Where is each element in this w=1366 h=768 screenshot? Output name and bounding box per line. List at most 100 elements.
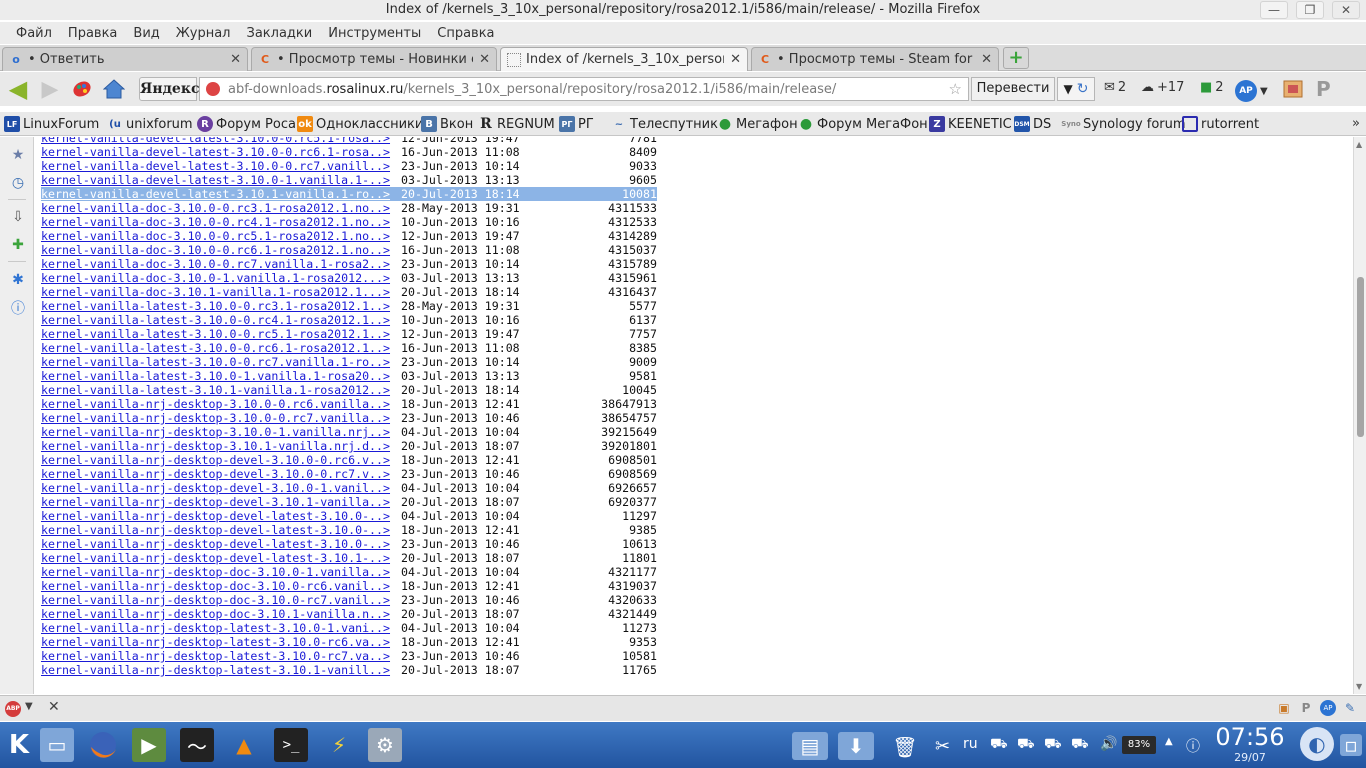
maximize-button[interactable]: ❐ xyxy=(1296,1,1324,19)
bookmark-linuxforum[interactable]: LF LinuxForum xyxy=(4,115,99,133)
addons-puzzle-icon[interactable]: ✚ xyxy=(9,236,27,254)
kde-launcher-icon[interactable]: K xyxy=(2,728,36,762)
tab-index-of[interactable]: Index of /kernels_3_10x_persona… ✕ xyxy=(500,47,748,71)
url-bar[interactable]: abf-downloads. rosalinux.ru/kernels_3_10x… xyxy=(199,77,969,101)
file-link[interactable]: kernel-vanilla-nrj-desktop-3.10.0-1.vani… xyxy=(41,425,393,439)
trash-icon[interactable]: 🗑 xyxy=(888,730,922,764)
terminal-icon[interactable]: >_ xyxy=(274,728,308,762)
tools-small-icon[interactable]: ✎ xyxy=(1342,700,1358,716)
scroll-down-arrow-icon[interactable]: ▼ xyxy=(1356,682,1362,691)
chevron-down-icon[interactable]: ▼ xyxy=(25,701,33,712)
bookmark-keenetic[interactable]: Z KEENETIC xyxy=(929,115,1012,133)
history-clock-icon[interactable]: ◷ xyxy=(9,174,27,192)
network-icon[interactable]: ⛟ xyxy=(1017,736,1035,754)
bookmark-telesputnik[interactable]: ~ Телеспутник xyxy=(611,115,718,133)
file-link[interactable]: kernel-vanilla-nrj-desktop-devel-latest-… xyxy=(41,551,393,565)
file-link[interactable]: kernel-vanilla-nrj-desktop-3.10.0-0.rc6.… xyxy=(41,397,393,411)
chevron-down-icon[interactable]: ▼ xyxy=(1260,86,1268,97)
file-link[interactable]: kernel-vanilla-nrj-desktop-devel-3.10.0-… xyxy=(41,467,393,481)
network-icon[interactable]: ⛟ xyxy=(1071,736,1089,754)
tab-close-icon[interactable]: ✕ xyxy=(981,52,992,67)
addon-bar-close-icon[interactable]: ✕ xyxy=(48,699,60,715)
ap-small-icon[interactable]: AP xyxy=(1320,700,1336,716)
vertical-scrollbar[interactable]: ▲ ▼ xyxy=(1353,137,1366,694)
scrollbar-thumb[interactable] xyxy=(1357,277,1364,437)
file-link[interactable]: kernel-vanilla-doc-3.10.0-1.vanilla.1-ro… xyxy=(41,271,393,285)
bookmark-ds[interactable]: DSM DS xyxy=(1014,115,1051,133)
p-extension-icon[interactable]: P xyxy=(1316,77,1331,101)
file-link[interactable]: kernel-vanilla-nrj-desktop-3.10.1-vanill… xyxy=(41,439,393,453)
p-small-icon[interactable]: P xyxy=(1298,700,1314,716)
adblock-plus-icon[interactable]: ABP xyxy=(5,701,21,717)
file-link[interactable]: kernel-vanilla-nrj-desktop-doc-3.10.0-rc… xyxy=(41,593,393,607)
network-icon[interactable]: ⛟ xyxy=(990,736,1008,754)
file-link[interactable]: kernel-vanilla-devel-latest-3.10.1-vanil… xyxy=(41,187,393,201)
scroll-up-arrow-icon[interactable]: ▲ xyxy=(1356,140,1362,149)
site-identity-icon[interactable] xyxy=(206,82,220,96)
weather-widget[interactable]: ☁ +17 xyxy=(1141,80,1184,95)
network-connect-icon[interactable]: ⚡ xyxy=(322,728,356,762)
menu-help[interactable]: Справка xyxy=(429,26,502,41)
system-monitor-icon[interactable]: 〜 xyxy=(180,728,214,762)
palette-icon[interactable] xyxy=(70,78,94,100)
file-link[interactable]: kernel-vanilla-nrj-desktop-latest-3.10.0… xyxy=(41,621,393,635)
file-link[interactable]: kernel-vanilla-nrj-desktop-latest-3.10.1… xyxy=(41,663,393,677)
close-window-button[interactable]: ✕ xyxy=(1332,1,1360,19)
bookmark-unixforum[interactable]: (u unixforum xyxy=(107,115,192,133)
clock[interactable]: 07:56 29/07 xyxy=(1214,722,1286,764)
network-icon[interactable]: ⛟ xyxy=(1044,736,1062,754)
volume-icon[interactable]: 🔊 xyxy=(1100,736,1117,752)
downloads-icon[interactable]: ⇩ xyxy=(9,208,27,226)
tab-close-icon[interactable]: ✕ xyxy=(230,52,241,67)
file-link[interactable]: kernel-vanilla-latest-3.10.0-0.rc5.1-ros… xyxy=(41,327,393,341)
file-link[interactable]: kernel-vanilla-nrj-desktop-doc-3.10.0-1.… xyxy=(41,565,393,579)
file-link[interactable]: kernel-vanilla-doc-3.10.1-vanilla.1-rosa… xyxy=(41,285,393,299)
file-link[interactable]: kernel-vanilla-devel-latest-3.10.0-0.rc5… xyxy=(41,137,393,145)
mail-widget[interactable]: ✉ 2 xyxy=(1104,80,1126,95)
menu-tools[interactable]: Инструменты xyxy=(320,26,429,41)
tab-close-icon[interactable]: ✕ xyxy=(730,52,741,67)
chevron-down-icon[interactable]: ▼ xyxy=(1064,82,1073,96)
notifications-icon[interactable]: ⓘ xyxy=(1186,736,1200,756)
bookmark-synology-forum[interactable]: Syno Synology forum xyxy=(1061,115,1185,133)
menu-bookmarks[interactable]: Закладки xyxy=(239,26,321,41)
file-link[interactable]: kernel-vanilla-latest-3.10.0-0.rc7.vanil… xyxy=(41,355,393,369)
file-link[interactable]: kernel-vanilla-nrj-desktop-devel-latest-… xyxy=(41,509,393,523)
stamp-icon[interactable] xyxy=(1282,78,1304,100)
file-link[interactable]: kernel-vanilla-latest-3.10.0-0.rc4.1-ros… xyxy=(41,313,393,327)
minimize-button[interactable]: — xyxy=(1260,1,1288,19)
show-desktop-icon[interactable]: ▫ xyxy=(1340,733,1362,757)
file-link[interactable]: kernel-vanilla-devel-latest-3.10.0-0.rc7… xyxy=(41,159,393,173)
file-link[interactable]: kernel-vanilla-nrj-desktop-devel-latest-… xyxy=(41,523,393,537)
info-icon[interactable]: ⓘ xyxy=(9,299,27,317)
tab-steam-forum[interactable]: C • Просмотр темы - Steam for Lin… ✕ xyxy=(751,47,999,71)
menu-history[interactable]: Журнал xyxy=(168,26,239,41)
file-link[interactable]: kernel-vanilla-latest-3.10.0-1.vanilla.1… xyxy=(41,369,393,383)
tab-reply[interactable]: o • Ответить ✕ xyxy=(2,47,248,71)
battery-indicator[interactable]: 83% xyxy=(1122,736,1156,754)
translate-button[interactable]: Перевести xyxy=(971,77,1055,101)
file-link[interactable]: kernel-vanilla-nrj-desktop-doc-3.10.0-rc… xyxy=(41,579,393,593)
extension-gear-icon[interactable]: ✱ xyxy=(9,271,27,289)
scissors-icon[interactable]: ✂ xyxy=(935,736,950,757)
file-link[interactable]: kernel-vanilla-doc-3.10.0-0.rc4.1-rosa20… xyxy=(41,215,393,229)
file-link[interactable]: kernel-vanilla-doc-3.10.0-0.rc7.vanilla.… xyxy=(41,257,393,271)
file-link[interactable]: kernel-vanilla-devel-latest-3.10.0-1.van… xyxy=(41,173,393,187)
stamp-small-icon[interactable]: ▣ xyxy=(1276,700,1292,716)
bookmark-megafon[interactable]: ● Мегафон xyxy=(717,115,798,133)
tab-close-icon[interactable]: ✕ xyxy=(479,52,490,67)
video-player-icon[interactable]: ▶ xyxy=(132,728,166,762)
file-link[interactable]: kernel-vanilla-doc-3.10.0-0.rc5.1-rosa20… xyxy=(41,229,393,243)
bookmark-forum-megafon[interactable]: ● Форум МегаФон xyxy=(798,115,928,133)
bookmark-rutorrent[interactable]: rutorrent xyxy=(1182,115,1259,133)
keyboard-layout-indicator[interactable]: ru xyxy=(963,736,978,752)
settings-gear-icon[interactable]: ⚙ xyxy=(368,728,402,762)
menu-edit[interactable]: Правка xyxy=(60,26,125,41)
reload-icon[interactable]: ↻ xyxy=(1077,81,1089,97)
desktop-2-icon[interactable]: ⬇ xyxy=(838,732,874,760)
file-manager-icon[interactable]: ▭ xyxy=(40,728,74,762)
bookmark-star-icon[interactable]: ☆ xyxy=(949,80,962,98)
bookmarks-star-icon[interactable]: ★ xyxy=(9,146,27,164)
bookmark-forum-rosa[interactable]: R Форум Роса xyxy=(197,115,296,133)
vlc-cone-icon[interactable]: ▲ xyxy=(227,728,261,762)
